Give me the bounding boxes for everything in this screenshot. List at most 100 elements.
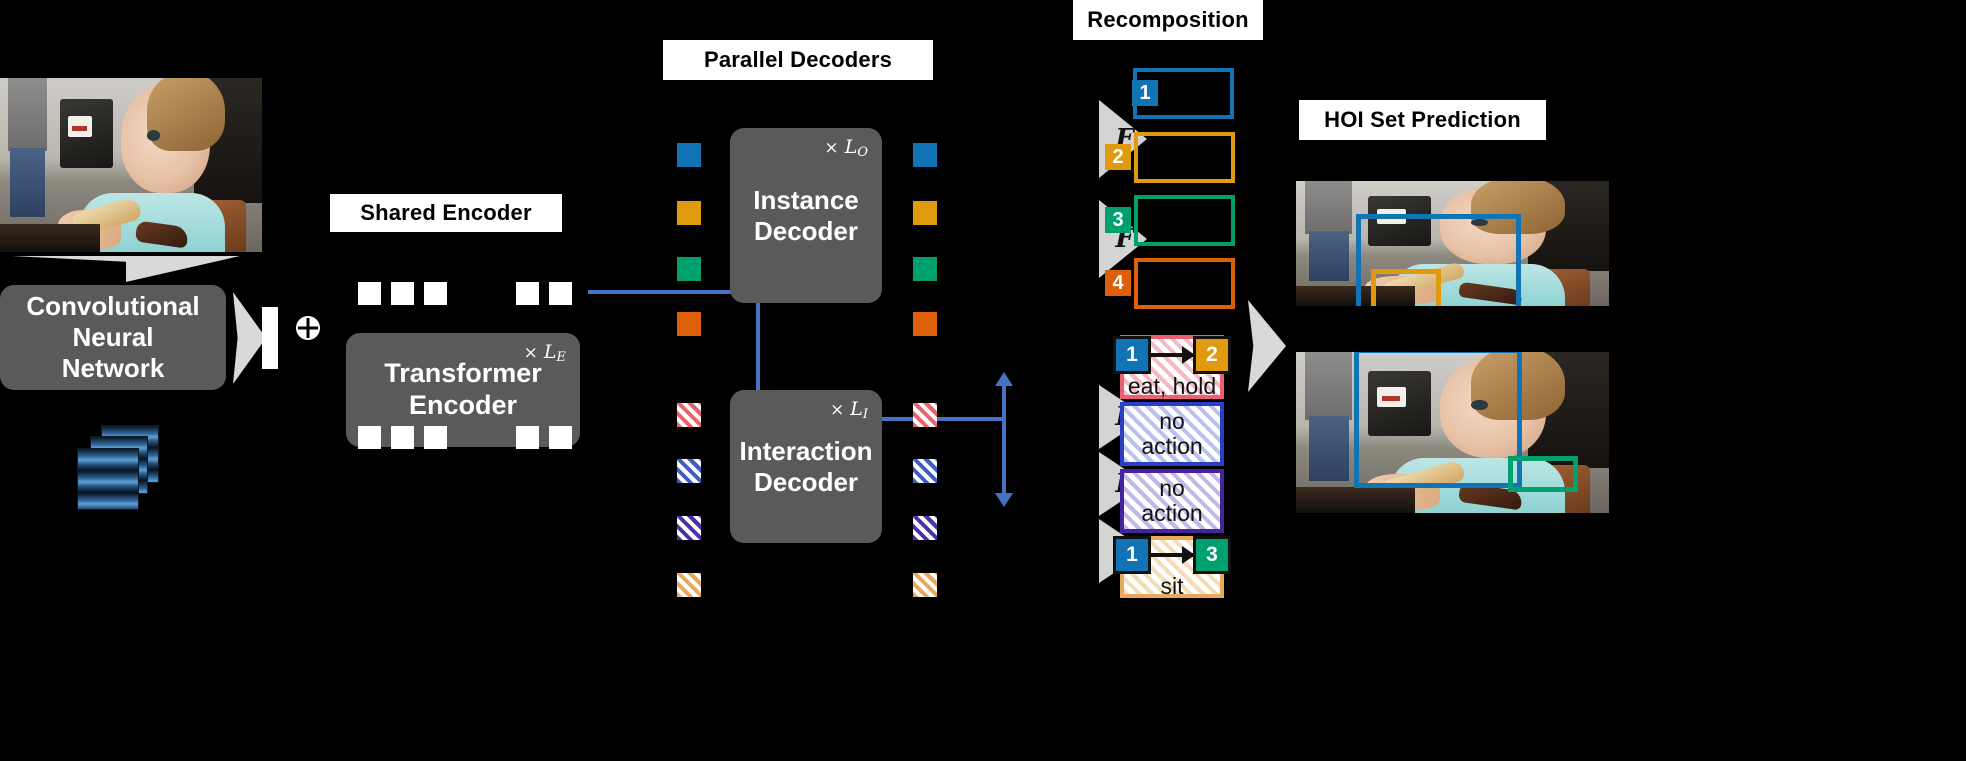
encoder-input-token-5 [549, 282, 572, 305]
card-eat-hold-pair: 1 2 [1113, 335, 1231, 374]
card-sit-label: sit [1160, 572, 1184, 599]
interaction-input-query-4 [677, 573, 701, 597]
pred2-table [1296, 487, 1415, 513]
recomposition-index-4: 4 [1105, 270, 1131, 296]
card-no-action-purple: no action [1120, 469, 1224, 533]
encoder-output-token-1 [358, 426, 381, 449]
interaction-loop-letter: L [850, 398, 863, 420]
interaction-loop-subscript: I [862, 407, 868, 422]
card-sit-relation-arrow [1151, 545, 1195, 564]
instance-decoder-label-line2: Decoder [753, 215, 859, 246]
interaction-input-query-1 [677, 403, 701, 427]
photo-bystander-jeans [10, 147, 45, 218]
interaction-decoder-label-line2: Decoder [753, 466, 859, 497]
photo-bystander-shirt [7, 78, 48, 152]
recomposition-index-2: 2 [1105, 144, 1131, 170]
instance-decoder-loop-label: × LO [824, 136, 868, 160]
prediction-image-eat-hold [1296, 181, 1609, 306]
pred2-bystander-jeans [1308, 416, 1350, 481]
recomposition-box-4 [1134, 258, 1235, 309]
card-eat-hold-relation-arrow [1151, 345, 1195, 364]
instance-output-token-1 [913, 143, 937, 167]
card-sit: 1 3 sit [1113, 535, 1231, 599]
instance-times-symbol: × [824, 138, 839, 158]
memory-arrow-to-instance-decoder [995, 372, 1013, 386]
parallel-decoders-title: Parallel Decoders [703, 47, 893, 72]
encoder-input-token-4 [516, 282, 539, 305]
encoder-input-token-2 [391, 282, 414, 305]
interaction-decoder-module: × LI Interaction Decoder [730, 390, 882, 543]
card-sit-subject: 1 [1113, 535, 1151, 574]
instance-loop-subscript: O [857, 145, 868, 160]
shared-encoder-title: Shared Encoder [360, 200, 532, 225]
transformer-encoder-label-line1: Transformer [384, 358, 542, 389]
card-sit-pair: 1 3 [1113, 535, 1231, 574]
encoder-output-token-5 [549, 426, 572, 449]
card-eat-hold-subject: 1 [1113, 335, 1151, 374]
pred1-object-box [1371, 269, 1441, 306]
diagram-canvas: Convolutional Neural Network Shared Enco… [0, 0, 1966, 761]
photo-child-eye [146, 130, 161, 141]
encoder-times-symbol: × [523, 343, 538, 363]
image-to-cnn-arrow [12, 256, 240, 282]
interaction-output-token-2 [913, 459, 937, 483]
memory-arrow-to-interaction-decoder [995, 493, 1013, 507]
parallel-decoders-title-plate: Parallel Decoders [663, 40, 933, 80]
feature-map-front [77, 448, 139, 510]
memory-line-vertical-branch [1002, 385, 1006, 495]
interaction-output-token-4 [913, 573, 937, 597]
interaction-input-query-2 [677, 459, 701, 483]
card-sit-object: 3 [1193, 535, 1231, 574]
recomposition-box-1 [1133, 68, 1234, 119]
recomposition-title-plate: Recomposition [1073, 0, 1263, 40]
interaction-input-query-3 [677, 516, 701, 540]
instance-output-token-4 [913, 312, 937, 336]
card-no-action-purple-label: no action [1141, 475, 1203, 526]
instance-input-query-4 [677, 312, 701, 336]
recomposition-to-prediction-arrow [1248, 300, 1286, 392]
pred2-object-box [1508, 456, 1578, 492]
card-no-action-blue: no action [1120, 402, 1224, 466]
instance-loop-letter: L [844, 136, 858, 158]
encoder-input-token-1 [358, 282, 381, 305]
card-eat-hold: 1 2 eat, hold [1113, 335, 1231, 399]
photo-child-hair [146, 78, 226, 152]
recomposition-box-3 [1134, 195, 1235, 246]
cnn-label-line1: Convolutional [26, 291, 200, 322]
encoder-input-token-3 [424, 282, 447, 305]
transformer-encoder-loop-label: × LE [524, 341, 566, 365]
instance-decoder-module: × LO Instance Decoder [730, 128, 882, 303]
pred1-bystander-shirt [1305, 181, 1353, 234]
instance-input-query-3 [677, 257, 701, 281]
interaction-times-symbol: × [829, 400, 845, 420]
interaction-decoder-loop-label: × LI [830, 398, 868, 422]
hoi-set-prediction-title: HOI Set Prediction [1324, 107, 1521, 132]
photo-sign [68, 116, 92, 138]
interaction-decoder-label-line1: Interaction [739, 435, 873, 466]
encoder-loop-subscript: E [556, 350, 567, 365]
encoder-output-token-3 [424, 426, 447, 449]
cnn-module: Convolutional Neural Network [0, 285, 226, 390]
pred1-bystander-jeans [1308, 231, 1350, 281]
recomposition-index-3: 3 [1105, 207, 1131, 233]
cnn-label-line2: Neural [72, 322, 154, 353]
encoder-output-token-4 [516, 426, 539, 449]
encoder-output-token-2 [391, 426, 414, 449]
instance-input-query-2 [677, 201, 701, 225]
transformer-encoder-module: × LE Transformer Encoder [346, 333, 580, 447]
input-image [0, 78, 262, 252]
card-no-action-blue-label: no action [1141, 408, 1203, 459]
pred2-person-box [1354, 352, 1522, 488]
recomposition-box-2 [1134, 132, 1235, 183]
pred2-bystander-shirt [1305, 352, 1353, 420]
instance-decoder-label-line1: Instance [753, 184, 859, 215]
interaction-output-token-1 [913, 403, 937, 427]
flattened-feature-vector [262, 307, 278, 369]
prediction-image-sit [1296, 352, 1609, 513]
card-eat-hold-label: eat, hold [1127, 372, 1217, 399]
hoi-set-prediction-title-plate: HOI Set Prediction [1299, 100, 1546, 140]
shared-encoder-title-plate: Shared Encoder [330, 194, 562, 232]
recomposition-title: Recomposition [1087, 7, 1249, 32]
instance-output-token-2 [913, 201, 937, 225]
instance-output-token-3 [913, 257, 937, 281]
